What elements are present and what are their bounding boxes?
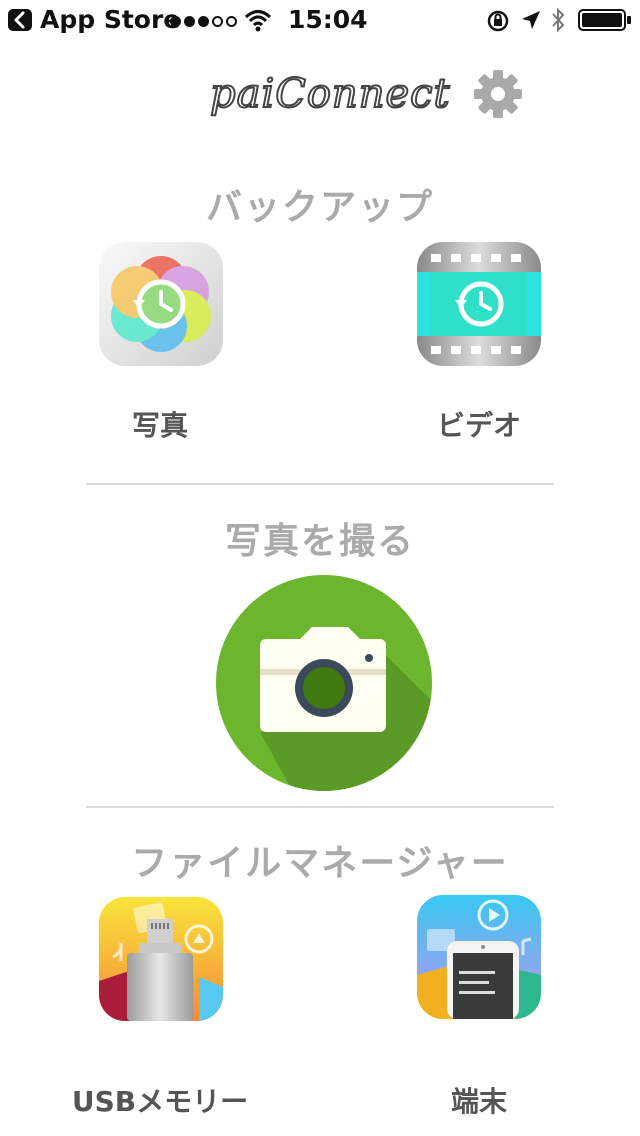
camera-section-title: 写真を撮る bbox=[224, 521, 415, 562]
usb-memory-label[interactable]: USBメモリー bbox=[50, 1080, 270, 1120]
back-chevron-icon[interactable] bbox=[8, 9, 32, 31]
status-time: 15:04 bbox=[288, 5, 368, 34]
photo-backup-label[interactable]: 写真 bbox=[50, 404, 270, 444]
device-icon[interactable] bbox=[417, 895, 541, 1019]
location-icon bbox=[520, 9, 542, 35]
battery-icon bbox=[578, 9, 632, 35]
orientation-lock-icon bbox=[486, 9, 510, 37]
video-backup-icon[interactable] bbox=[417, 242, 541, 366]
settings-gear-icon[interactable] bbox=[470, 66, 526, 122]
camera-icon[interactable] bbox=[216, 575, 432, 791]
wifi-icon bbox=[244, 8, 272, 36]
device-label[interactable]: 端末 bbox=[369, 1080, 589, 1120]
photo-backup-icon[interactable] bbox=[99, 242, 223, 366]
video-backup-label[interactable]: ビデオ bbox=[369, 404, 589, 444]
usb-memory-icon[interactable] bbox=[99, 897, 223, 1021]
bluetooth-icon bbox=[550, 6, 566, 38]
status-bar: App Store 15:04 bbox=[0, 0, 640, 40]
section-divider bbox=[86, 806, 554, 808]
file-manager-section-title: ファイルマネージャー bbox=[131, 843, 509, 884]
section-divider bbox=[86, 483, 554, 485]
app-logo: paiConnect bbox=[209, 71, 451, 117]
back-to-app-store-link[interactable]: App Store bbox=[40, 4, 180, 36]
backup-section-title: バックアップ bbox=[205, 187, 434, 228]
